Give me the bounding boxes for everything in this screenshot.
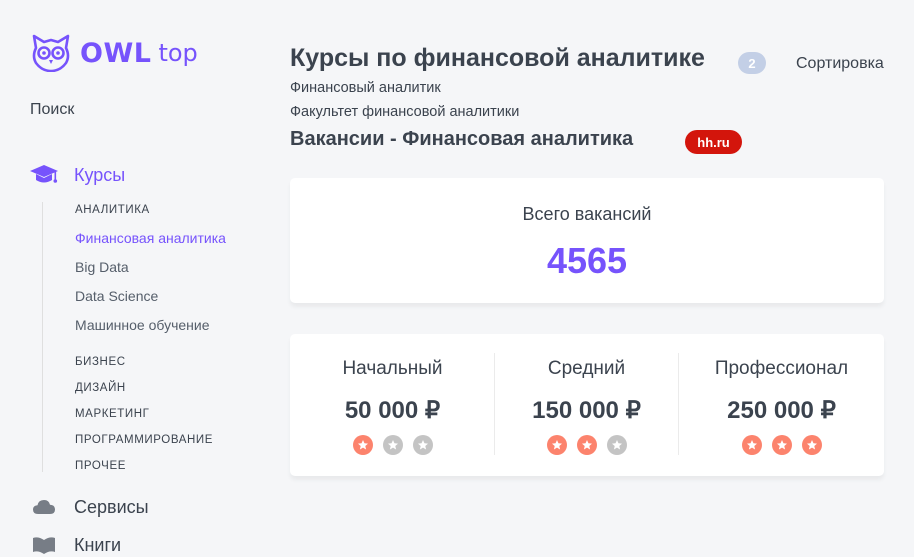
rating-stars bbox=[679, 435, 884, 455]
courses-subnav: АНАЛИТИКА Финансовая аналитика Big Data … bbox=[42, 202, 226, 472]
salary-value: 150 000 ₽ bbox=[532, 397, 641, 424]
salary-level: Профессионал bbox=[714, 358, 849, 379]
salary-level: Начальный bbox=[342, 358, 443, 379]
page-title: Курсы по финансовой аналитике bbox=[290, 44, 705, 72]
cloud-icon bbox=[30, 495, 58, 519]
star-filled-icon bbox=[801, 435, 822, 455]
nav-item-services-label: Сервисы bbox=[74, 496, 149, 517]
star-filled-icon bbox=[741, 435, 762, 455]
logo-top-text: top bbox=[158, 39, 198, 67]
star-filled-icon bbox=[576, 435, 597, 455]
salary-value: 250 000 ₽ bbox=[727, 397, 836, 424]
vacancies-count: 4565 bbox=[546, 240, 628, 281]
vacancies-title: Вакансии - Финансовая аналитика bbox=[290, 128, 634, 150]
subnav-category-business[interactable]: БИЗНЕС bbox=[75, 356, 126, 368]
book-icon bbox=[30, 533, 58, 557]
star-filled-icon bbox=[352, 435, 373, 455]
star-filled-icon bbox=[771, 435, 792, 455]
hh-ru-badge: hh.ru bbox=[685, 130, 742, 154]
salary-card: Начальный 50 000 ₽ Средний 150 000 ₽ Про… bbox=[290, 334, 884, 476]
salary-column-senior: Профессионал 250 000 ₽ bbox=[679, 334, 884, 476]
category-label-2: Факультет финансовой аналитики bbox=[290, 104, 520, 120]
search-link[interactable]: Поиск bbox=[30, 101, 74, 119]
salary-value: 50 000 ₽ bbox=[344, 397, 441, 424]
sort-button[interactable]: Сортировка bbox=[796, 55, 884, 73]
category-label-1: Финансовый аналитик bbox=[290, 80, 441, 96]
salary-column-middle: Средний 150 000 ₽ bbox=[495, 334, 678, 476]
course-count-badge: 2 bbox=[738, 52, 766, 74]
star-empty-icon bbox=[412, 435, 433, 455]
subnav-item-data-science[interactable]: Data Science bbox=[75, 288, 158, 304]
star-empty-icon bbox=[606, 435, 627, 455]
nav-item-courses[interactable]: Курсы bbox=[30, 163, 125, 187]
graduation-cap-icon bbox=[30, 163, 58, 187]
rating-stars bbox=[495, 435, 678, 455]
nav-item-services[interactable]: Сервисы bbox=[30, 495, 149, 519]
logo[interactable]: OWL top bbox=[30, 34, 198, 72]
star-filled-icon bbox=[546, 435, 567, 455]
salary-level: Средний bbox=[547, 358, 626, 379]
nav-item-courses-label: Курсы bbox=[74, 164, 126, 185]
owl-logo-icon bbox=[32, 34, 70, 72]
logo-owl-text: OWL bbox=[80, 37, 152, 69]
subnav-category-marketing[interactable]: МАРКЕТИНГ bbox=[75, 408, 150, 420]
subnav-item-financial-analytics[interactable]: Финансовая аналитика bbox=[75, 230, 226, 246]
nav-item-books[interactable]: Книги bbox=[30, 533, 121, 557]
subnav-item-big-data[interactable]: Big Data bbox=[75, 259, 129, 275]
subnav-category-analytics[interactable]: АНАЛИТИКА bbox=[75, 204, 150, 216]
subnav-category-other[interactable]: ПРОЧЕЕ bbox=[75, 460, 126, 472]
vacancies-card: Всего вакансий 4565 bbox=[290, 178, 884, 303]
subnav-item-machine-learning[interactable]: Машинное обучение bbox=[75, 317, 210, 333]
rating-stars bbox=[290, 435, 495, 455]
nav-item-books-label: Книги bbox=[74, 534, 122, 555]
subnav-category-programming[interactable]: ПРОГРАММИРОВАНИЕ bbox=[75, 434, 213, 446]
subnav-category-design[interactable]: ДИЗАЙН bbox=[75, 382, 126, 394]
salary-column-junior: Начальный 50 000 ₽ bbox=[290, 334, 495, 476]
star-empty-icon bbox=[382, 435, 403, 455]
vacancies-label: Всего вакансий bbox=[522, 204, 652, 224]
